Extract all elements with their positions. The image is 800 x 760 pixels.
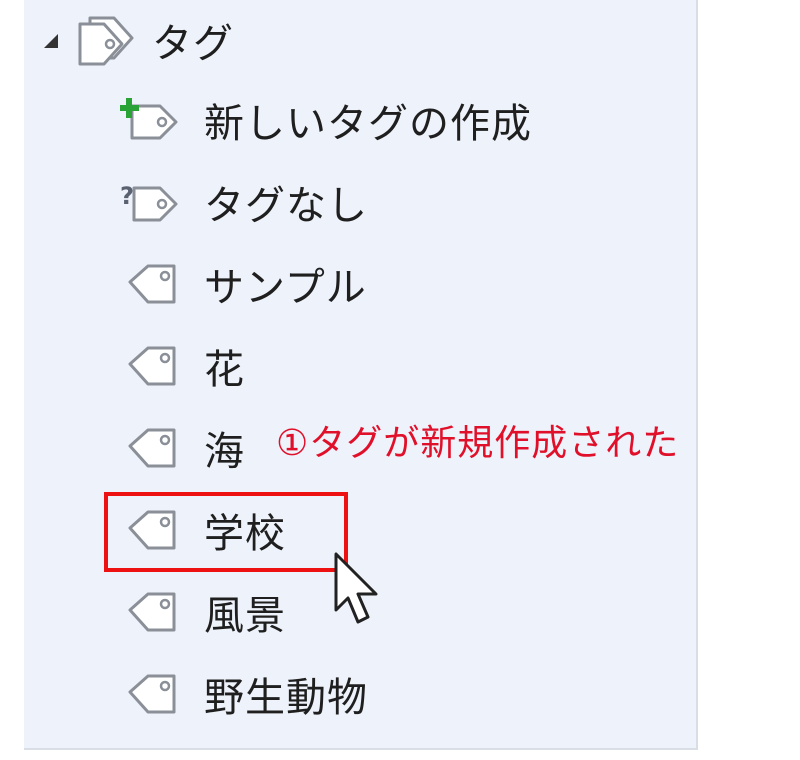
expand-triangle-icon[interactable]	[38, 28, 62, 52]
tag-icon	[120, 670, 184, 718]
tag-icon	[120, 588, 184, 636]
tree-item-sea[interactable]: 海	[120, 412, 245, 484]
tree-item-wildlife[interactable]: 野生動物	[120, 658, 368, 730]
tree-item-label: サンプル	[204, 265, 367, 311]
tree-item-untagged[interactable]: ? タグなし	[120, 166, 368, 238]
tag-icon	[120, 342, 184, 390]
tree-item-new-tag[interactable]: 新しいタグの作成	[119, 84, 532, 156]
tree-item-flower[interactable]: 花	[120, 330, 245, 402]
annotation-callout: ①タグが新規作成された	[276, 423, 680, 464]
tree-item-sample[interactable]: サンプル	[120, 248, 367, 320]
highlight-box	[104, 492, 348, 572]
tree-item-label: 新しいタグの作成	[204, 101, 532, 147]
svg-text:?: ?	[120, 182, 134, 210]
untagged-icon: ?	[120, 178, 184, 226]
tree-item-label: 海	[204, 429, 245, 475]
tree-item-label: 花	[204, 347, 245, 393]
tree-item-label: 風景	[204, 593, 286, 639]
tree-item-landscape[interactable]: 風景	[120, 576, 286, 648]
tag-tree-panel: タグ 新しいタグの作成 ? タグなし サンプル 花 海 学校 風景 野生動物	[24, 0, 698, 750]
tag-icon	[120, 260, 184, 308]
tree-item-label: タグなし	[204, 183, 368, 229]
tag-icon	[120, 424, 184, 472]
tree-root-label: タグ	[152, 21, 234, 67]
new-tag-icon	[119, 96, 184, 144]
tree-root-tags[interactable]: タグ	[38, 12, 234, 68]
tree-item-label: 野生動物	[204, 675, 368, 721]
tags-icon	[70, 12, 140, 68]
mouse-cursor-icon	[330, 550, 390, 630]
